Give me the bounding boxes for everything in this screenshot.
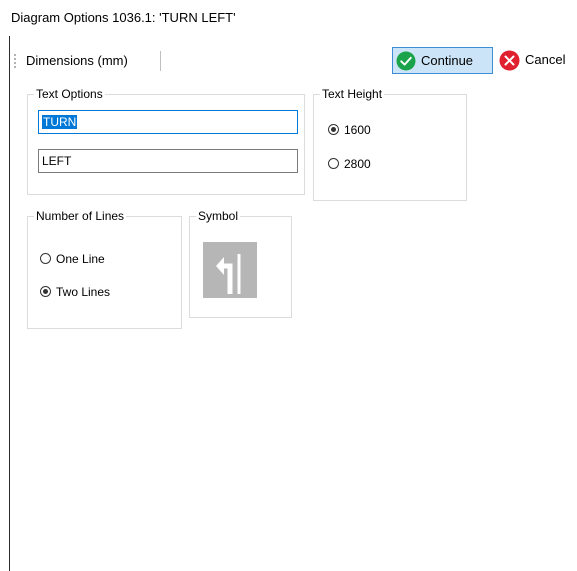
symbol-group: Symbol [189,210,292,318]
text-height-legend: Text Height [322,87,383,101]
radio-label: 1600 [344,123,371,137]
radio-circle [40,286,51,297]
toolbar-separator [160,51,161,71]
text-options-legend: Text Options [36,87,103,101]
radio-circle [40,253,51,264]
text-options-group: Text Options [27,88,305,195]
continue-button[interactable]: Continue [392,47,493,74]
text-line1-value: TURN [42,115,78,129]
text-height-2800-radio[interactable]: 2800 [328,156,388,172]
toolbar: Dimensions (mm) Continue Cancel [10,44,577,78]
window-border [9,36,10,571]
text-height-group: Text Height [313,88,467,201]
two-lines-radio[interactable]: Two Lines [40,284,140,300]
cancel-button[interactable]: Cancel [497,47,577,74]
toolbar-grip-icon[interactable] [14,53,16,69]
text-line2-value: LEFT [42,154,72,168]
radio-circle [328,124,339,135]
title-bar: Diagram Options 1036.1: 'TURN LEFT' [0,0,577,36]
text-height-1600-radio[interactable]: 1600 [328,122,388,138]
radio-label: One Line [56,252,105,266]
dimensions-label: Dimensions (mm) [26,53,128,68]
continue-label: Continue [421,53,474,68]
symbol-legend: Symbol [198,209,239,223]
number-of-lines-group: Number of Lines [27,210,182,329]
checkmark-circle-icon [396,51,416,74]
radio-label: Two Lines [56,285,111,299]
text-line1-input[interactable]: TURN [38,110,298,134]
radio-label: 2800 [344,157,371,171]
number-of-lines-legend: Number of Lines [36,209,125,223]
radio-circle [328,158,339,169]
window-title: Diagram Options 1036.1: 'TURN LEFT' [11,10,236,25]
x-circle-icon [499,50,520,74]
turn-left-arrow-icon[interactable] [203,242,257,298]
one-line-radio[interactable]: One Line [40,251,140,267]
text-line2-input[interactable]: LEFT [38,149,298,173]
cancel-label: Cancel [525,52,566,67]
